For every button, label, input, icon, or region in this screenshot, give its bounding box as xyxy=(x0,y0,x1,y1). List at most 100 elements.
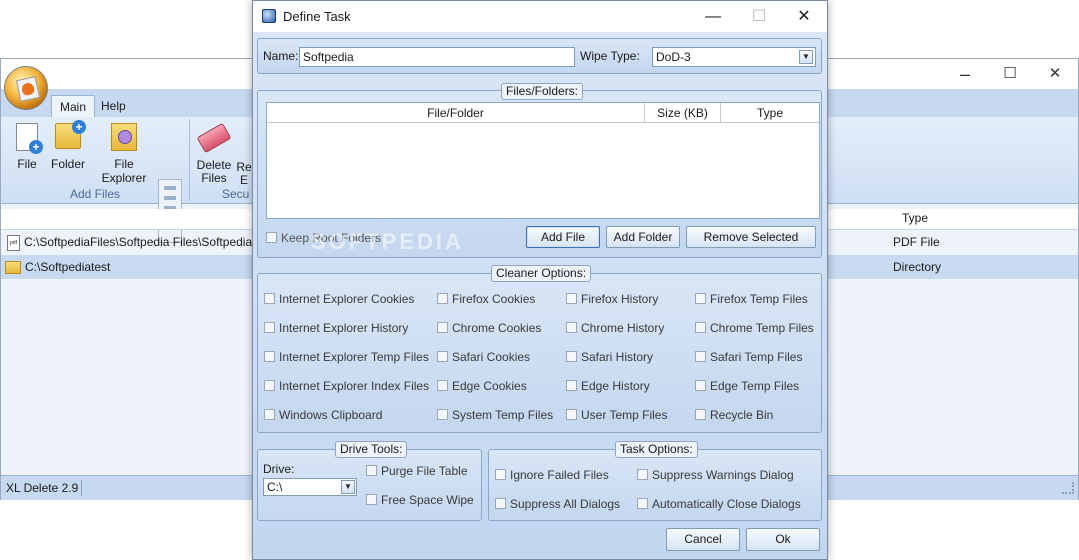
cleaner-option-checkbox[interactable]: Recycle Bin xyxy=(695,408,773,422)
recycle-button-partial[interactable]: Re E xyxy=(235,123,253,187)
add-folder-label: Folder xyxy=(50,157,85,171)
pdf-file-icon: pdf xyxy=(7,234,20,251)
cleaner-option-label: Edge History xyxy=(581,379,650,393)
checkbox-icon xyxy=(266,232,277,243)
chevron-down-icon[interactable]: ▼ xyxy=(341,480,355,494)
checkbox-icon xyxy=(437,322,448,333)
dialog-close-button[interactable]: ✕ xyxy=(781,1,827,32)
resize-grip-icon[interactable] xyxy=(1062,482,1074,494)
cleaner-option-checkbox[interactable]: Chrome Cookies xyxy=(437,321,541,335)
suppress-warnings-checkbox[interactable]: Suppress Warnings Dialog xyxy=(637,468,794,482)
files-folders-title: Files/Folders: xyxy=(501,83,584,100)
name-label: Name: xyxy=(263,49,299,63)
drive-select[interactable]: C:\ ▼ xyxy=(263,478,357,496)
cleaner-option-checkbox[interactable]: Chrome History xyxy=(566,321,664,335)
status-separator xyxy=(81,480,82,496)
cleaner-option-checkbox[interactable]: Internet Explorer Index Files xyxy=(264,379,429,393)
drive-value: C:\ xyxy=(267,480,283,494)
dialog-titlebar: Define Task — ☐ ✕ xyxy=(253,1,827,32)
wipe-type-value: DoD-3 xyxy=(656,50,691,64)
cancel-button[interactable]: Cancel xyxy=(666,528,740,551)
main-close-button[interactable]: ✕ xyxy=(1032,59,1078,89)
checkbox-icon xyxy=(566,409,577,420)
cleaner-option-label: Safari Temp Files xyxy=(710,350,803,364)
checkbox-icon xyxy=(437,351,448,362)
cleaner-option-label: Internet Explorer Index Files xyxy=(279,379,430,393)
cleaner-option-checkbox[interactable]: Edge History xyxy=(566,379,650,393)
cleaner-option-checkbox[interactable]: Safari Temp Files xyxy=(695,350,802,364)
checkbox-icon xyxy=(566,380,577,391)
wipe-type-label: Wipe Type: xyxy=(580,49,640,63)
checkbox-icon xyxy=(264,293,275,304)
dialog-minimize-button[interactable]: — xyxy=(690,1,736,32)
add-file-button[interactable]: + File xyxy=(11,123,43,171)
cleaner-option-label: Internet Explorer History xyxy=(279,321,409,335)
add-file-button[interactable]: Add File xyxy=(526,226,600,248)
file-table[interactable]: File/Folder Size (KB) Type xyxy=(266,102,820,219)
dialog-title: Define Task xyxy=(283,9,351,24)
chevron-down-icon[interactable]: ▼ xyxy=(799,50,813,64)
purge-file-table-label: Purge File Table xyxy=(381,464,468,478)
cleaner-option-label: Safari History xyxy=(581,350,654,364)
cleaner-option-checkbox[interactable]: Firefox Temp Files xyxy=(695,292,808,306)
suppress-all-dialogs-checkbox[interactable]: Suppress All Dialogs xyxy=(495,497,620,511)
dialog-maximize-button: ☐ xyxy=(751,8,767,25)
cleaner-option-checkbox[interactable]: Chrome Temp Files xyxy=(695,321,814,335)
wipe-type-select[interactable]: DoD-3 ▼ xyxy=(652,47,816,67)
cleaner-option-label: Windows Clipboard xyxy=(279,408,383,422)
main-maximize-button[interactable]: ☐ xyxy=(987,59,1033,89)
column-header-size[interactable]: Size (KB) xyxy=(645,103,721,123)
delete-files-button[interactable]: Delete Files xyxy=(195,122,233,185)
ok-button[interactable]: Ok xyxy=(746,528,820,551)
cleaner-option-checkbox[interactable]: Edge Temp Files xyxy=(695,379,799,393)
main-minimize-button[interactable]: – xyxy=(942,59,988,89)
cleaner-option-checkbox[interactable]: Windows Clipboard xyxy=(264,408,382,422)
cleaner-option-checkbox[interactable]: Edge Cookies xyxy=(437,379,527,393)
free-space-wipe-label: Free Space Wipe xyxy=(381,493,474,507)
group-label-add-files: Add Files xyxy=(69,187,121,201)
cleaner-option-label: Firefox Cookies xyxy=(452,292,536,306)
checkbox-icon xyxy=(366,465,377,476)
drive-tools-title: Drive Tools: xyxy=(335,441,408,458)
cleaner-option-checkbox[interactable]: Safari Cookies xyxy=(437,350,530,364)
free-space-wipe-checkbox[interactable]: Free Space Wipe xyxy=(366,493,474,507)
app-orb-icon[interactable] xyxy=(4,66,48,110)
cleaner-option-checkbox[interactable]: System Temp Files xyxy=(437,408,553,422)
cleaner-option-checkbox[interactable]: Firefox Cookies xyxy=(437,292,535,306)
tab-help[interactable]: Help xyxy=(93,95,134,117)
auto-close-dialogs-checkbox[interactable]: Automatically Close Dialogs xyxy=(637,497,801,511)
cleaner-option-checkbox[interactable]: Safari History xyxy=(566,350,653,364)
list-item-type: PDF File xyxy=(893,235,940,249)
column-header-type[interactable]: Type xyxy=(721,103,819,123)
add-folder-button[interactable]: + Folder xyxy=(49,120,87,171)
cleaner-option-checkbox[interactable]: Internet Explorer Cookies xyxy=(264,292,414,306)
list-item-type: Directory xyxy=(893,260,942,274)
list-item-path: C:\SoftpediaFiles\Softpedia Files\Softpe… xyxy=(24,235,275,249)
folder-icon xyxy=(5,261,21,275)
drive-label: Drive: xyxy=(263,462,295,476)
ignore-failed-files-checkbox[interactable]: Ignore Failed Files xyxy=(495,468,609,482)
delete-files-label-2: Files xyxy=(201,171,227,185)
cleaner-option-checkbox[interactable]: Firefox History xyxy=(566,292,658,306)
cleaner-option-label: Safari Cookies xyxy=(452,350,531,364)
cleaner-option-checkbox[interactable]: User Temp Files xyxy=(566,408,667,422)
cleaner-option-checkbox[interactable]: Internet Explorer History xyxy=(264,321,408,335)
add-folder-button[interactable]: Add Folder xyxy=(606,226,680,248)
cleaner-option-label: Edge Cookies xyxy=(452,379,527,393)
tab-main[interactable]: Main xyxy=(51,95,96,117)
file-explorer-button[interactable]: File Explorer xyxy=(91,123,157,185)
checkbox-icon xyxy=(695,380,706,391)
remove-selected-button[interactable]: Remove Selected xyxy=(686,226,816,248)
cleaner-option-label: Chrome History xyxy=(581,321,665,335)
checkbox-icon xyxy=(495,498,506,509)
file-explorer-label: File Explorer xyxy=(101,157,147,185)
purge-file-table-checkbox[interactable]: Purge File Table xyxy=(366,464,468,478)
name-input[interactable]: Softpedia xyxy=(299,47,575,67)
watermark: SOFTPEDIA xyxy=(311,229,464,254)
drive-tools-panel: Drive: C:\ ▼ Purge File Table Free Space… xyxy=(257,449,482,521)
checkbox-icon xyxy=(366,494,377,505)
auto-close-dialogs-label: Automatically Close Dialogs xyxy=(652,497,801,511)
column-header-type[interactable]: Type xyxy=(902,211,928,225)
column-header-file-folder[interactable]: File/Folder xyxy=(267,103,645,123)
cleaner-option-checkbox[interactable]: Internet Explorer Temp Files xyxy=(264,350,429,364)
